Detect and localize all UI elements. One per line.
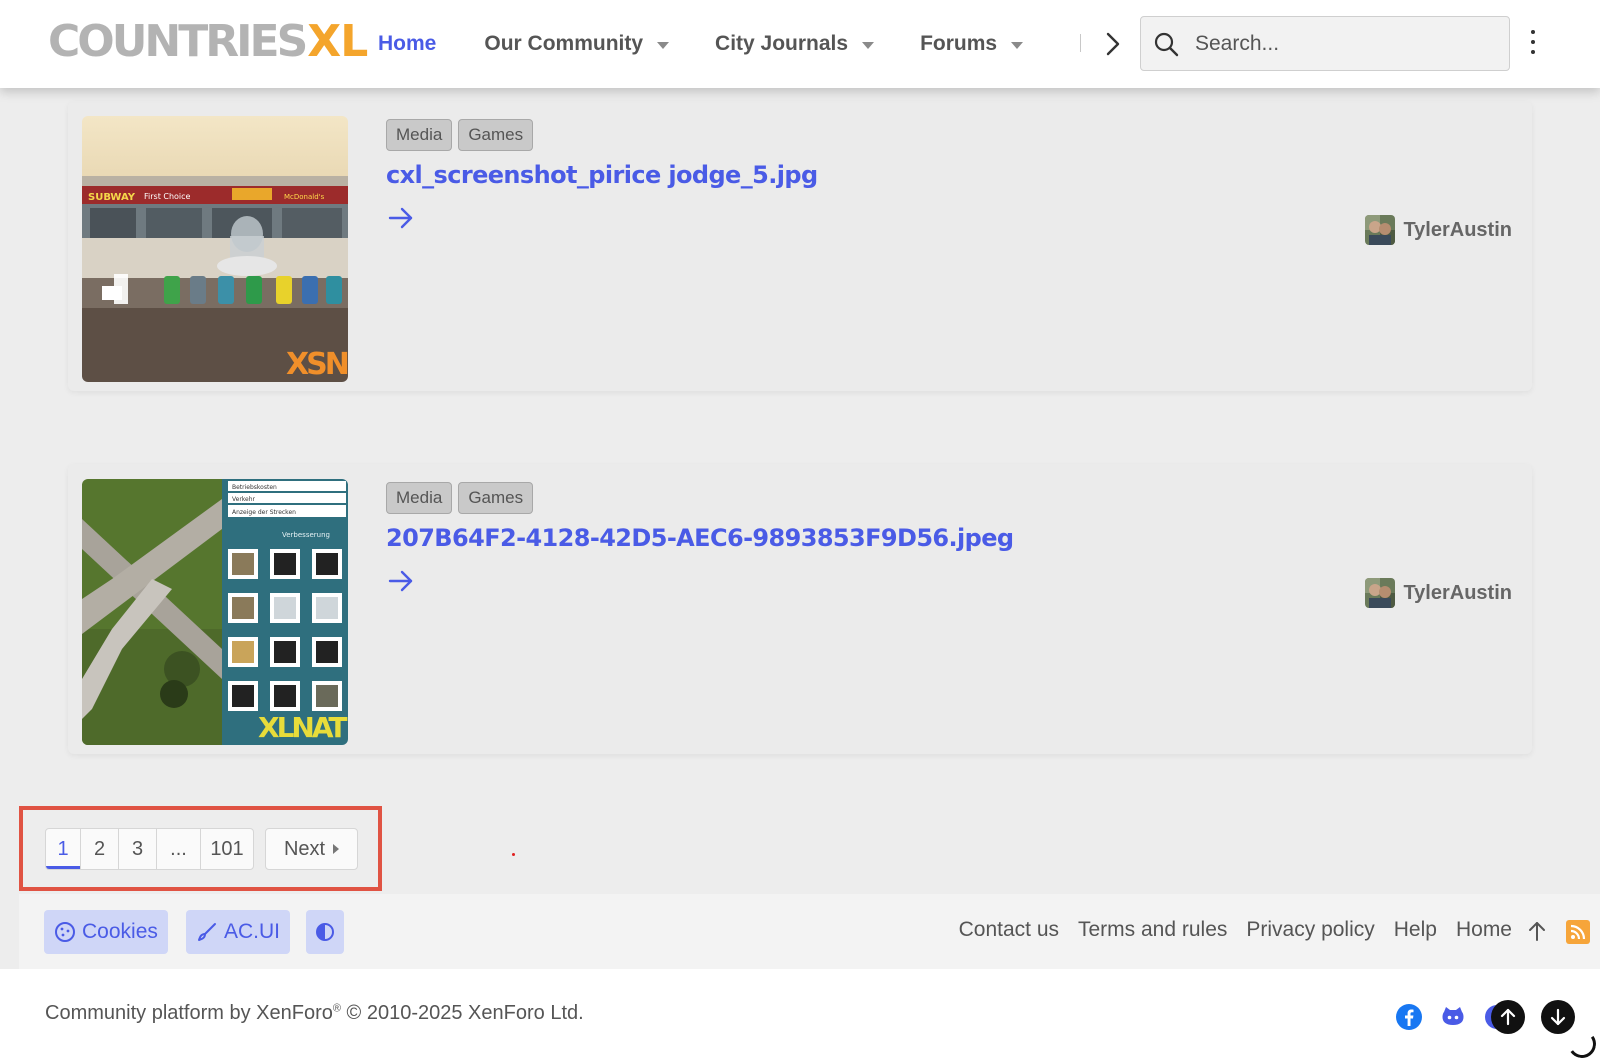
contrast-icon [316, 923, 334, 941]
cursor-dot [512, 853, 515, 856]
search-input[interactable] [1195, 31, 1495, 56]
arrow-right-icon[interactable] [386, 203, 416, 233]
nav-our-community[interactable]: Our Community [484, 32, 670, 56]
dot [1531, 30, 1535, 34]
media-thumbnail-image: Betriebskosten Verkehr Anzeige der Strec… [82, 479, 348, 745]
tag-media[interactable]: Media [386, 119, 453, 151]
sign-text-subway: SUBWAY [88, 192, 136, 203]
tag-games[interactable]: Games [458, 482, 534, 514]
nav-forums[interactable]: Forums [920, 32, 1024, 56]
footer-link-home[interactable]: Home [1456, 918, 1512, 942]
avatar[interactable] [1365, 578, 1396, 608]
scroll-to-bottom-button[interactable] [1541, 1000, 1575, 1034]
footer-link-help[interactable]: Help [1394, 918, 1437, 942]
page-101-button[interactable]: 101 [201, 829, 253, 869]
logo-text-xl: XL [307, 16, 368, 67]
theme-toggle-button[interactable] [306, 910, 344, 954]
author-name[interactable]: TylerAustin [1403, 582, 1512, 605]
style-chooser-button[interactable]: AC.UI [186, 910, 291, 954]
avatar[interactable] [1365, 215, 1396, 245]
caret-down-icon[interactable] [657, 41, 670, 49]
registered-mark: ® [332, 1002, 341, 1015]
more-options-icon[interactable] [1530, 30, 1536, 54]
tag-games[interactable]: Games [458, 119, 534, 151]
logo-text-countries: COUNTRIES [48, 16, 308, 67]
nav-home[interactable]: Home [378, 32, 436, 56]
footer-link-privacy[interactable]: Privacy policy [1246, 918, 1374, 942]
page-1-button[interactable]: 1 [46, 829, 81, 869]
nav-divider [1080, 34, 1081, 52]
page-3-button[interactable]: 3 [119, 829, 157, 869]
tag-media[interactable]: Media [386, 482, 453, 514]
search-box[interactable] [1140, 16, 1510, 71]
copyright-text: Community platform by XenForo® © 2010-20… [45, 1002, 584, 1025]
triangle-right-icon [333, 844, 340, 854]
arrow-up-icon [1500, 1008, 1516, 1026]
thumb-menu-item: Verkehr [232, 496, 256, 503]
tag-list: Media Games [386, 119, 534, 151]
cookies-label: Cookies [82, 920, 158, 943]
nav-home-label: Home [378, 32, 437, 55]
pagination: 1 2 3 ... 101 Next [45, 828, 358, 870]
page-ellipsis-button[interactable]: ... [157, 829, 201, 869]
facebook-icon[interactable] [1395, 1003, 1423, 1031]
chevron-right-icon [1106, 32, 1120, 56]
cookies-button[interactable]: Cookies [44, 910, 168, 954]
media-thumbnail[interactable]: Betriebskosten Verkehr Anzeige der Strec… [82, 479, 348, 745]
footer-copyright-bar: Community platform by XenForo® © 2010-20… [0, 969, 1600, 1059]
main-nav: Home Our Community City Journals Forums [378, 26, 1069, 62]
nav-city-journals-label: City Journals [715, 32, 849, 55]
caret-down-icon[interactable] [1011, 41, 1024, 49]
media-thumbnail[interactable]: SUBWAY First Choice McDonald's XSN [82, 116, 348, 382]
arrow-up-icon[interactable] [1526, 920, 1548, 947]
paintbrush-icon [198, 923, 216, 941]
scroll-to-top-button[interactable] [1491, 1000, 1525, 1034]
tag-list: Media Games [386, 482, 534, 514]
page-list: 1 2 3 ... 101 [45, 828, 254, 870]
copyright-suffix: © 2010-2025 XenForo Ltd. [341, 1002, 584, 1024]
footer-link-terms[interactable]: Terms and rules [1078, 918, 1227, 942]
site-logo[interactable]: COUNTRIES XL [48, 16, 368, 67]
media-item-card: Betriebskosten Verkehr Anzeige der Strec… [68, 464, 1532, 754]
github-icon[interactable] [1439, 1003, 1467, 1031]
cookie-icon [55, 922, 75, 942]
thumb-menu-item: Betriebskosten [232, 484, 277, 491]
footer-bar: Cookies AC.UI Contact us Terms and rules… [19, 894, 1600, 969]
sign-text-first-choice: First Choice [144, 192, 191, 201]
media-title-link[interactable]: 207B64F2-4128-42D5-AEC6-9893853F9D56.jpe… [386, 524, 1014, 552]
footer-link-contact[interactable]: Contact us [959, 918, 1059, 942]
site-header: COUNTRIES XL Home Our Community City Jou… [0, 0, 1600, 88]
author-info[interactable]: TylerAustin [1365, 578, 1512, 608]
author-name[interactable]: TylerAustin [1403, 219, 1512, 242]
nav-scroll-right-button[interactable] [1100, 26, 1126, 62]
page-2-button[interactable]: 2 [81, 829, 119, 869]
search-icon [1154, 32, 1179, 56]
rss-icon[interactable] [1566, 920, 1590, 944]
watermark-text: XLNAT [258, 711, 347, 744]
media-title-link[interactable]: cxl_screenshot_pirice jodge_5.jpg [386, 161, 818, 189]
nav-our-community-label: Our Community [484, 32, 644, 55]
next-page-label: Next [283, 837, 326, 860]
footer-links: Contact us Terms and rules Privacy polic… [940, 918, 1512, 942]
nav-forums-label: Forums [920, 32, 998, 55]
watermark-text: XSN [286, 347, 348, 382]
thumb-panel-title: Verbesserung [282, 531, 330, 539]
arrow-down-icon [1550, 1008, 1566, 1026]
media-item-card: SUBWAY First Choice McDonald's XSN Media… [68, 101, 1532, 391]
thumb-menu-item: Anzeige der Strecken [232, 509, 296, 516]
arrow-right-icon[interactable] [386, 566, 416, 596]
copyright-prefix[interactable]: Community platform by XenForo [45, 1002, 333, 1024]
dot [1531, 40, 1535, 44]
style-chooser-label: AC.UI [224, 920, 281, 943]
author-info[interactable]: TylerAustin [1365, 215, 1512, 245]
nav-city-journals[interactable]: City Journals [715, 32, 875, 56]
media-thumbnail-image: SUBWAY First Choice McDonald's XSN [82, 116, 348, 382]
caret-down-icon[interactable] [862, 41, 875, 49]
sign-text-mcdonalds: McDonald's [284, 193, 325, 201]
next-page-button[interactable]: Next [265, 828, 358, 870]
dot [1531, 50, 1535, 54]
